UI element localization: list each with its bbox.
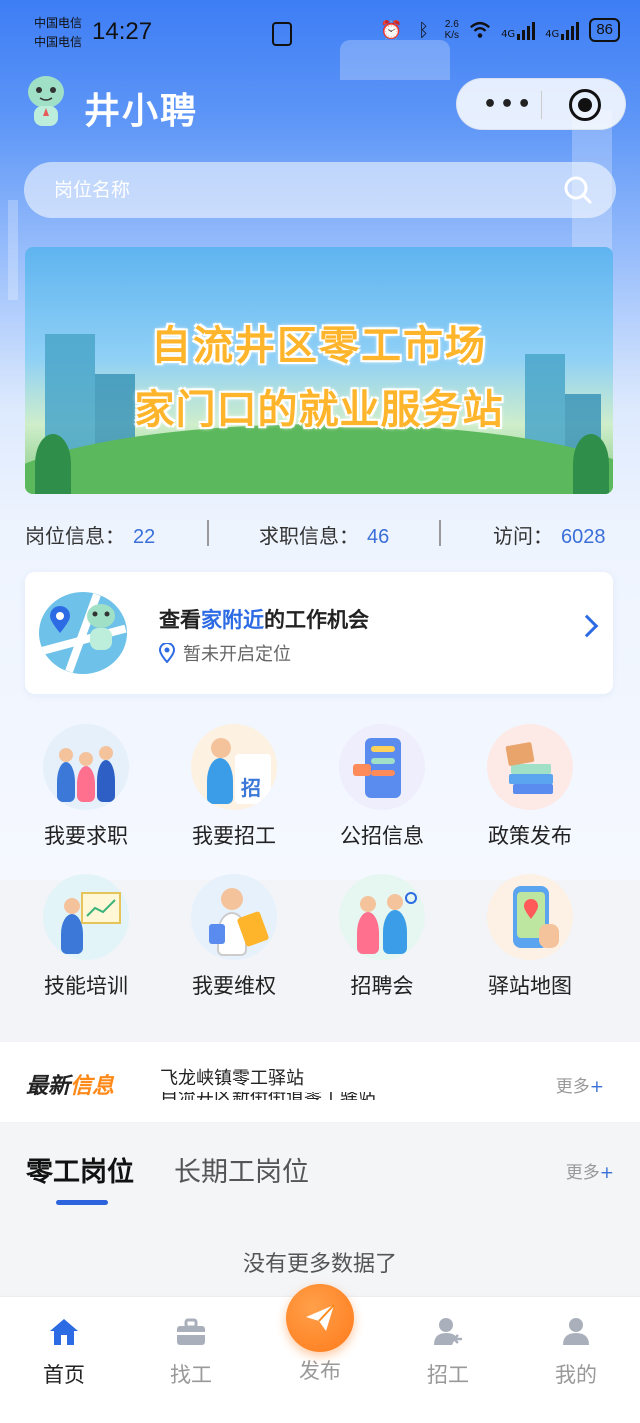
training-icon	[43, 874, 129, 960]
briefcase-icon	[177, 1318, 205, 1345]
plant-illustration	[573, 434, 609, 494]
signal-2: 4G	[545, 20, 580, 40]
close-miniprogram-icon[interactable]	[569, 89, 601, 121]
signal-1: 4G	[501, 20, 536, 40]
clock: 14:27	[92, 18, 153, 45]
menu-label: 技能培训	[44, 974, 128, 998]
menu-job-fair[interactable]: 招聘会	[317, 874, 447, 1004]
menu-public-recruit[interactable]: 公招信息	[317, 724, 447, 854]
alarm-icon: ⏰	[380, 19, 403, 41]
news-logo: 最新信息	[26, 1074, 115, 1099]
carrier-2: 中国电信	[34, 35, 83, 49]
banner-title: 自流井区零工市场	[151, 323, 487, 369]
menu-job-seeking[interactable]: 我要求职	[21, 724, 151, 854]
news-more-link[interactable]: 更多+	[556, 1072, 604, 1097]
menu-label: 我要招工	[192, 824, 276, 848]
battery-indicator: 86	[589, 18, 620, 42]
menu-rights[interactable]: 我要维权	[169, 874, 299, 1004]
menu-label: 我要求职	[44, 824, 128, 848]
banner-subtitle: 家门口的就业服务站	[134, 387, 504, 433]
network-speed: 2.6 K/s	[444, 19, 460, 41]
menu-label: 政策发布	[488, 824, 572, 848]
stat-visits: 访问： 6028	[493, 524, 606, 548]
stat-jobs: 岗位信息： 22	[25, 524, 156, 548]
promo-banner[interactable]: 自流井区零工市场 家门口的就业服务站	[25, 247, 613, 494]
search-input[interactable]	[54, 162, 554, 218]
policy-icon	[487, 724, 573, 810]
location-pin-icon	[159, 643, 175, 663]
news-item-next: 自流井区新街街道零工驿站	[160, 1092, 420, 1100]
stat-seekers: 求职信息： 46	[259, 524, 390, 548]
chevron-right-icon[interactable]	[575, 614, 599, 638]
tab-gig-jobs[interactable]: 零工岗位	[26, 1150, 134, 1189]
publish-button[interactable]	[286, 1284, 354, 1352]
map-illustration	[39, 592, 127, 674]
bluetooth-icon: ᛒ	[418, 19, 430, 41]
carrier-labels: 中国电信 中国电信	[34, 14, 82, 52]
job-tabs-section: 零工岗位 长期工岗位 更多+ 没有更多数据了	[0, 1124, 640, 1294]
stats-row: 岗位信息： 22 求职信息： 46 访问： 6028	[25, 516, 615, 550]
mini-program-capsule: •••	[456, 78, 626, 130]
job-fair-icon	[339, 874, 425, 960]
mascot-logo	[28, 76, 64, 126]
menu-label: 招聘会	[350, 974, 414, 998]
recruit-user-icon	[434, 1318, 462, 1345]
news-item[interactable]: 飞龙峡镇零工驿站	[160, 1064, 304, 1090]
user-icon	[563, 1318, 589, 1345]
location-status: 暂未开启定位	[159, 640, 291, 666]
nearby-jobs-card[interactable]: 查看家附近的工作机会 暂未开启定位	[25, 572, 613, 694]
tower-decoration	[8, 200, 18, 300]
nearby-title: 查看家附近的工作机会	[159, 608, 369, 632]
latest-news-bar[interactable]: 最新信息 飞龙峡镇零工驿站 自流井区新街街道零工驿站 更多+	[0, 1042, 640, 1122]
job-seeking-icon	[43, 724, 129, 810]
menu-label: 驿站地图	[488, 974, 572, 998]
status-icons: ⏰ ᛒ 2.6 K/s 4G 4G 86	[380, 18, 620, 42]
nfc-icon	[272, 22, 292, 46]
empty-list-message: 没有更多数据了	[242, 1252, 397, 1277]
menu-label: 我要维权	[192, 974, 276, 998]
app-title: 井小聘	[84, 91, 199, 132]
home-icon	[50, 1319, 78, 1345]
menu-policy[interactable]: 政策发布	[465, 724, 595, 854]
more-icon[interactable]: •••	[483, 92, 534, 117]
public-recruit-icon	[339, 724, 425, 810]
status-bar: 中国电信 中国电信 14:27 ⏰ ᛒ 2.6 K/s 4G 4G 86	[0, 0, 640, 66]
capsule-divider	[541, 91, 542, 119]
rights-icon	[191, 874, 277, 960]
nav-find-workers[interactable]: 找工	[141, 1317, 241, 1389]
tab-active-indicator	[56, 1200, 108, 1205]
signal-icon	[561, 20, 580, 40]
menu-station-map[interactable]: 驿站地图	[465, 874, 595, 1004]
jobs-more-link[interactable]: 更多+	[566, 1158, 614, 1183]
tab-long-term-jobs[interactable]: 长期工岗位	[174, 1150, 309, 1189]
nav-home[interactable]: 首页	[14, 1317, 114, 1389]
carrier-1: 中国电信	[34, 16, 83, 30]
menu-recruit[interactable]: 招 我要招工	[169, 724, 299, 854]
signal-icon	[517, 20, 536, 40]
wifi-icon	[469, 19, 491, 41]
nav-recruit[interactable]: 招工	[398, 1317, 498, 1389]
paper-plane-icon	[306, 1304, 335, 1331]
search-icon[interactable]	[562, 174, 594, 206]
nav-mine[interactable]: 我的	[526, 1317, 626, 1389]
menu-label: 公招信息	[340, 824, 424, 848]
station-map-icon	[487, 874, 573, 960]
recruit-icon: 招	[191, 724, 277, 810]
stat-divider	[207, 520, 209, 546]
search-bar[interactable]	[24, 162, 616, 218]
menu-training[interactable]: 技能培训	[21, 874, 151, 1004]
plant-illustration	[35, 434, 71, 494]
stat-divider	[439, 520, 441, 546]
